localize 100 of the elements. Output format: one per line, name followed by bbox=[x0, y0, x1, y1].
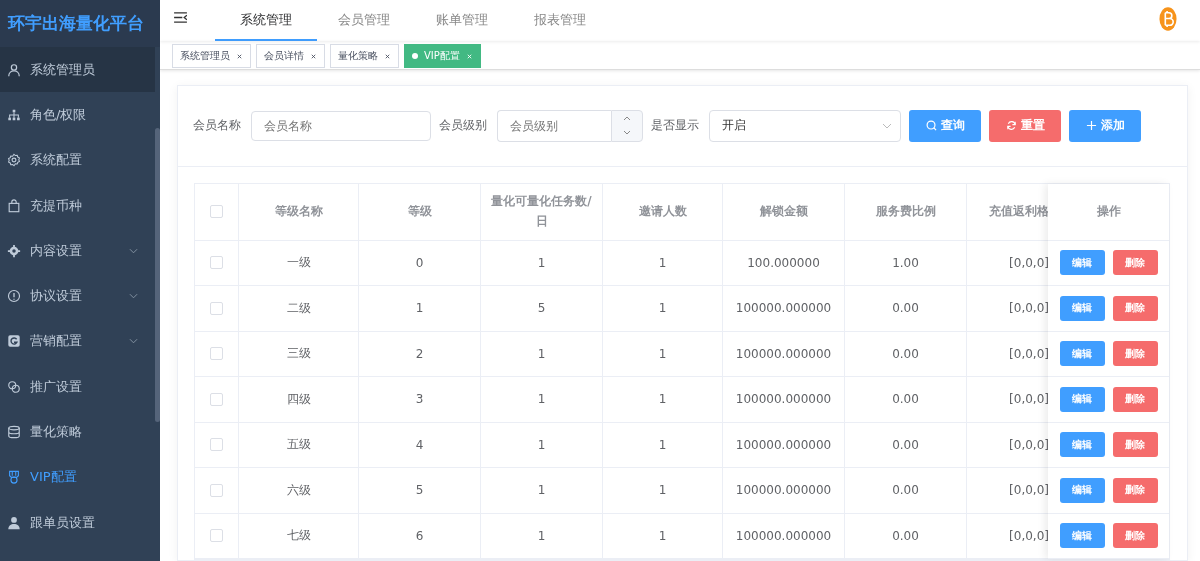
member-level-field[interactable]: 会员级别 bbox=[497, 109, 611, 142]
active-dot-icon bbox=[412, 53, 418, 60]
search-icon bbox=[925, 120, 937, 131]
edit-button[interactable]: 编辑 bbox=[1059, 523, 1105, 549]
row-checkbox[interactable] bbox=[210, 529, 223, 543]
sidebar-item[interactable]: 量化策略 bbox=[0, 409, 155, 455]
sidebar-item[interactable]: 角色/权限 bbox=[0, 92, 155, 138]
reset-button[interactable]: 重置 bbox=[989, 109, 1061, 142]
table-cell: 5 bbox=[415, 483, 424, 498]
refresh-icon bbox=[1005, 120, 1017, 131]
delete-button[interactable]: 删除 bbox=[1112, 523, 1158, 549]
table-cell: [0,0,0] bbox=[1009, 528, 1049, 543]
sidebar-item[interactable]: 内容设置 bbox=[0, 228, 155, 274]
table-cell: [0,0,0] bbox=[1009, 301, 1049, 316]
table-cell: 0.00 bbox=[892, 483, 919, 498]
table-cell: 1 bbox=[658, 255, 667, 270]
edit-button[interactable]: 编辑 bbox=[1059, 432, 1105, 458]
table-cell: 四级 bbox=[286, 390, 311, 408]
user-icon bbox=[7, 62, 21, 77]
edit-button[interactable]: 编辑 bbox=[1059, 386, 1105, 412]
chart-icon bbox=[7, 334, 21, 349]
delete-button[interactable]: 删除 bbox=[1112, 386, 1158, 412]
row-checkbox[interactable] bbox=[210, 438, 223, 452]
table-cell: 100.000000 bbox=[747, 255, 820, 270]
edit-button[interactable]: 编辑 bbox=[1059, 477, 1105, 503]
member-name-field[interactable]: 会员名称 bbox=[251, 110, 431, 141]
table-cell: 1 bbox=[537, 255, 546, 270]
table-cell: 二级 bbox=[286, 299, 311, 317]
person-icon bbox=[7, 515, 21, 530]
sidebar-item[interactable]: 跟单员设置 bbox=[0, 499, 155, 546]
medal-icon bbox=[7, 470, 21, 485]
table-cell: 5 bbox=[537, 301, 546, 316]
page-tag[interactable]: VIP配置 bbox=[404, 44, 481, 69]
hierarchy-icon bbox=[7, 107, 21, 122]
close-icon[interactable] bbox=[384, 52, 391, 60]
sidebar-item[interactable]: VIP配置 bbox=[0, 454, 155, 500]
select-all-checkbox[interactable] bbox=[210, 205, 223, 218]
sidebar-item[interactable]: 充提币种 bbox=[0, 182, 155, 229]
stepper-control[interactable] bbox=[611, 109, 643, 142]
nav-tab[interactable]: 系统管理 bbox=[215, 0, 317, 42]
table-cell: 100000.000000 bbox=[735, 437, 832, 452]
table-cell: 1 bbox=[658, 392, 667, 407]
table-cell: [0,0,0] bbox=[1009, 437, 1049, 452]
delete-button[interactable]: 删除 bbox=[1112, 341, 1158, 367]
delete-button[interactable]: 删除 bbox=[1112, 295, 1158, 321]
column-header: 等级 bbox=[407, 202, 432, 220]
delete-button[interactable]: 删除 bbox=[1112, 432, 1158, 458]
scrollbar[interactable] bbox=[155, 128, 160, 422]
delete-button[interactable]: 删除 bbox=[1112, 477, 1158, 503]
sidebar-item[interactable]: 协议设置 bbox=[0, 273, 155, 319]
column-header: 操作 bbox=[1096, 203, 1121, 220]
display-select[interactable]: 开启 bbox=[709, 109, 901, 142]
brand-title: 环宇出海量化平台 bbox=[0, 0, 160, 47]
sidebar-item[interactable]: 营销配置 bbox=[0, 318, 155, 365]
table-cell: 1 bbox=[658, 483, 667, 498]
row-checkbox[interactable] bbox=[210, 256, 223, 270]
add-button[interactable]: 添加 bbox=[1069, 109, 1141, 142]
table-cell: 1.00 bbox=[892, 255, 919, 270]
table-cell: 七级 bbox=[286, 527, 311, 545]
column-header: 邀请人数 bbox=[638, 202, 687, 220]
search-button[interactable]: 查询 bbox=[909, 109, 981, 142]
gear-icon bbox=[7, 243, 21, 258]
table-cell: 0.00 bbox=[892, 392, 919, 407]
delete-button[interactable]: 删除 bbox=[1112, 250, 1158, 276]
edit-button[interactable]: 编辑 bbox=[1059, 250, 1105, 276]
table-cell: 0.00 bbox=[892, 346, 919, 361]
table-cell: 3 bbox=[415, 392, 424, 407]
row-checkbox[interactable] bbox=[210, 301, 223, 315]
column-header: 等级名称 bbox=[274, 202, 323, 220]
page-tag[interactable]: 量化策略 bbox=[330, 44, 399, 69]
sidebar-item[interactable]: 系统配置 bbox=[0, 137, 155, 183]
table-cell: 2 bbox=[415, 346, 424, 361]
row-checkbox[interactable] bbox=[210, 347, 223, 361]
table-cell: 1 bbox=[658, 437, 667, 452]
filter-label: 是否显示 bbox=[651, 117, 699, 134]
page-tag[interactable]: 系统管理员 bbox=[172, 44, 251, 69]
row-checkbox[interactable] bbox=[210, 392, 223, 406]
sidebar-item[interactable]: 推广设置 bbox=[0, 364, 155, 410]
sidebar-item[interactable]: 系统管理员 bbox=[0, 47, 155, 93]
edit-button[interactable]: 编辑 bbox=[1059, 341, 1105, 367]
filter-label: 会员级别 bbox=[439, 117, 487, 134]
link-icon bbox=[7, 379, 21, 394]
column-header: 服务费比例 bbox=[875, 202, 936, 220]
close-icon[interactable] bbox=[236, 52, 243, 60]
table-cell: 六级 bbox=[286, 481, 311, 499]
column-header: 解锁金额 bbox=[759, 202, 808, 220]
table-cell: 100000.000000 bbox=[735, 346, 832, 361]
table-cell: 6 bbox=[415, 528, 424, 543]
table-cell: [0,0,0] bbox=[1009, 255, 1049, 270]
table-cell: 0 bbox=[415, 255, 424, 270]
filter-label: 会员名称 bbox=[193, 117, 241, 134]
close-icon[interactable] bbox=[310, 52, 317, 60]
row-checkbox[interactable] bbox=[210, 483, 223, 497]
page-tag[interactable]: 会员详情 bbox=[256, 44, 325, 69]
menu-icon[interactable] bbox=[174, 12, 187, 23]
edit-button[interactable]: 编辑 bbox=[1059, 295, 1105, 321]
table-cell: 一级 bbox=[286, 254, 311, 272]
info-icon bbox=[7, 289, 21, 304]
coin-icon bbox=[1159, 5, 1177, 33]
table-cell: 1 bbox=[658, 528, 667, 543]
